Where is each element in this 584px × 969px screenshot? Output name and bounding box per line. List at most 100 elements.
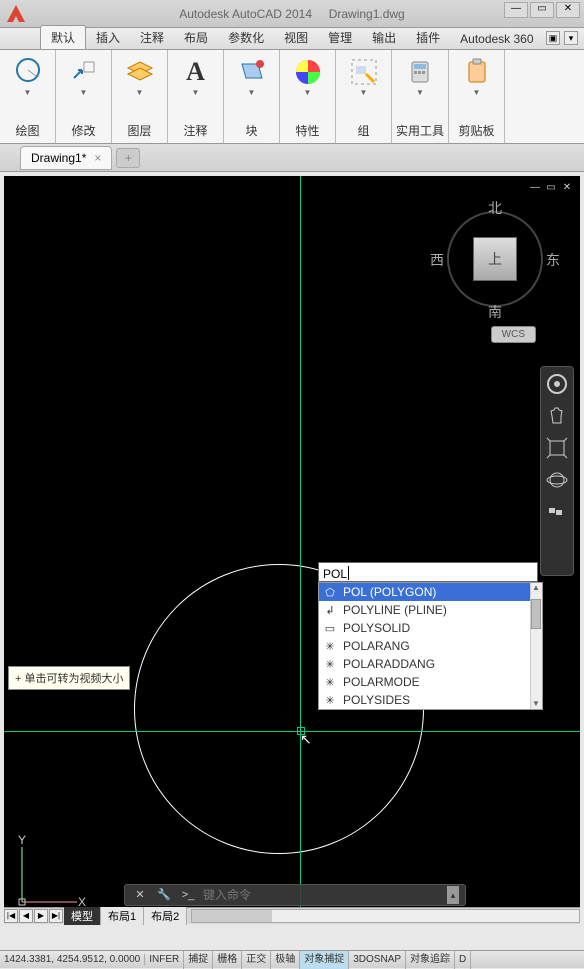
command-input[interactable] [203,888,441,902]
nav-bar [540,366,574,576]
panel-label: 修改 [71,122,95,139]
file-tab[interactable]: Drawing1* × [20,146,112,170]
autocomplete-item[interactable]: ⬠POL (POLYGON) [319,583,542,601]
win-close-button[interactable]: ✕ [556,2,580,18]
ribbon-tab[interactable]: 注释 [130,26,174,49]
viewcube[interactable]: 上 北 南 东 西 [440,204,550,314]
autocomplete-item[interactable]: ✳POLARMODE [319,673,542,691]
svg-text:Y: Y [18,833,26,847]
autocomplete-item[interactable]: ↲POLYLINE (PLINE) [319,601,542,619]
ribbon-minimize-icon[interactable]: ▾ [564,31,578,45]
utilities-icon [404,56,436,88]
viewcube-north: 北 [488,198,502,218]
status-button[interactable]: 3DOSNAP [349,951,406,969]
win-min-button[interactable]: — [504,2,528,18]
viewport-maximize-icon[interactable]: ▭ [544,182,558,196]
ribbon-expand-icon[interactable]: ▣ [546,31,560,45]
panel-clipboard[interactable]: ▼ 剪贴板 [449,50,505,143]
panel-label: 剪贴板 [459,122,495,139]
viewcube-south: 南 [488,302,502,322]
layout-nav-prev[interactable]: ◀ [19,909,33,923]
win-max-button[interactable]: ▭ [530,2,554,18]
ribbon-tab[interactable]: 管理 [318,26,362,49]
status-button[interactable]: 栅格 [213,951,242,969]
app-icon[interactable] [4,2,28,26]
layout-tab-model[interactable]: 模型 [64,907,101,925]
orbit-icon[interactable] [546,469,568,491]
panel-properties[interactable]: ▼ 特性 [280,50,336,143]
sysvar-icon: ✳ [323,657,337,671]
ribbon-tab[interactable]: 插件 [406,26,450,49]
command-line[interactable]: ✕ 🔧 >_ ▴ [124,884,466,906]
dynamic-input-text: POL [323,567,347,581]
file-tab-row: Drawing1* × + [0,144,584,172]
dynamic-input[interactable]: POL [318,562,538,582]
layout-nav-first[interactable]: |◀ [4,909,18,923]
drawing-canvas[interactable]: — ▭ ✕ 上 北 南 东 西 WCS ↖ + 单击可转为视频大小 [4,176,580,924]
status-button[interactable]: D [455,951,471,969]
titlebar: Autodesk AutoCAD 2014 Drawing1.dwg — ▭ ✕ [0,0,584,28]
polygon-icon: ⬠ [323,585,337,599]
steering-wheel-icon[interactable] [546,373,568,395]
zoom-extents-icon[interactable] [546,437,568,459]
status-button[interactable]: 捕捉 [184,951,213,969]
autocomplete-scrollbar[interactable]: ▲▼ [530,583,542,709]
ribbon-tab[interactable]: 参数化 [218,26,274,49]
ribbon-tab[interactable]: Autodesk 360 [450,29,543,49]
status-button[interactable]: 正交 [242,951,271,969]
coords-display[interactable]: 1424.3381, 4254.9512, 0.0000 [0,954,145,965]
ribbon: ▼ 绘图 ▼ 修改 ▼ 图层 A ▼ 注释 ▼ 块 ▼ 特性 ▼ 组 ▼ 实用工… [0,50,584,144]
cmd-close-icon[interactable]: ✕ [131,886,149,904]
ribbon-tab[interactable]: 布局 [174,26,218,49]
ribbon-tab-row: 默认 插入 注释 布局 参数化 视图 管理 输出 插件 Autodesk 360… [0,28,584,50]
clipboard-icon [461,56,493,88]
status-button[interactable]: 对象追踪 [406,951,455,969]
panel-utilities[interactable]: ▼ 实用工具 [392,50,449,143]
viewport-close-icon[interactable]: ✕ [560,182,574,196]
panel-annotate[interactable]: A ▼ 注释 [168,50,224,143]
autocomplete-item[interactable]: ▭POLYSOLID [319,619,542,637]
layout-nav-last[interactable]: ▶| [49,909,63,923]
polysolid-icon: ▭ [323,621,337,635]
panel-label: 特性 [295,122,319,139]
app-title: Autodesk AutoCAD 2014 [179,7,312,21]
status-button[interactable]: INFER [145,951,184,969]
panel-layers[interactable]: ▼ 图层 [112,50,168,143]
panel-block[interactable]: ▼ 块 [224,50,280,143]
ribbon-tab[interactable]: 默认 [40,25,86,49]
panel-label: 注释 [183,122,207,139]
ribbon-tab[interactable]: 插入 [86,26,130,49]
panel-group[interactable]: ▼ 组 [336,50,392,143]
layout-tab[interactable]: 布局2 [144,907,187,925]
layout-tab[interactable]: 布局1 [101,907,144,925]
horizontal-scrollbar[interactable] [191,909,580,923]
ribbon-tab[interactable]: 视图 [274,26,318,49]
sysvar-icon: ✳ [323,639,337,653]
panel-label: 绘图 [15,122,39,139]
autocomplete-item[interactable]: ✳POLARANG [319,637,542,655]
status-button[interactable]: 对象捕捉 [300,951,349,969]
autocomplete-item[interactable]: ✳POLARADDANG [319,655,542,673]
panel-label: 组 [357,122,369,139]
ribbon-tab[interactable]: 输出 [362,26,406,49]
panel-draw[interactable]: ▼ 绘图 [0,50,56,143]
sysvar-icon: ✳ [323,693,337,707]
close-tab-icon[interactable]: × [94,151,101,165]
cmd-customize-icon[interactable]: 🔧 [155,886,173,904]
wcs-badge[interactable]: WCS [491,326,536,343]
pan-icon[interactable] [546,405,568,427]
file-tab-label: Drawing1* [31,151,86,165]
viewcube-top[interactable]: 上 [473,237,517,281]
showmotion-icon[interactable] [546,501,568,523]
layout-tab-row: |◀ ◀ ▶ ▶| 模型 布局1 布局2 [4,907,580,924]
layers-icon [124,56,156,88]
new-tab-button[interactable]: + [116,148,140,168]
viewcube-west: 西 [430,250,444,270]
panel-modify[interactable]: ▼ 修改 [56,50,112,143]
cmd-history-icon[interactable]: ▴ [447,886,459,904]
viewport-minimize-icon[interactable]: — [528,182,542,196]
layout-nav-next[interactable]: ▶ [34,909,48,923]
status-button[interactable]: 极轴 [271,951,300,969]
block-icon [236,56,268,88]
autocomplete-item[interactable]: ✳POLYSIDES [319,691,542,709]
